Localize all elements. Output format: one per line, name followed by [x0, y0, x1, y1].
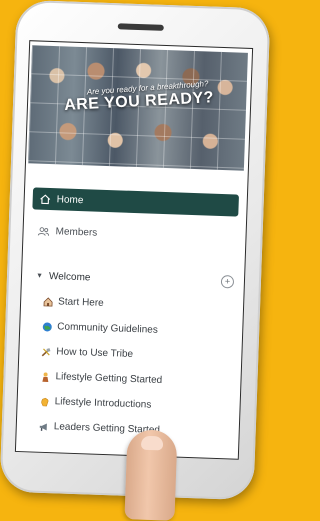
megaphone-emoji-icon [39, 421, 49, 431]
section-title: Welcome [48, 270, 91, 283]
channel-label: How to Use Tribe [56, 346, 134, 360]
primary-nav: Home Members [31, 187, 239, 248]
hero-banner-image: Are you ready for a breakthrough? ARE YO… [27, 45, 248, 171]
channel-label: Lifestyle Getting Started [55, 371, 163, 387]
channel-item-lifestyle-introductions[interactable]: Lifestyle Introductions [39, 394, 229, 416]
globe-emoji-icon [42, 321, 52, 331]
channel-list: Start Here Community Guidelines How to U… [38, 294, 233, 451]
phone-frame: Are you ready for a breakthrough? ARE YO… [0, 0, 271, 501]
nav-item-label: Home [56, 193, 84, 206]
phone-speaker [117, 23, 164, 31]
wave-hand-emoji-icon [39, 396, 49, 406]
channel-item-lifestyle-getting-started[interactable]: Lifestyle Getting Started [40, 369, 230, 391]
person-emoji-icon [40, 371, 50, 382]
channel-label: Start Here [57, 296, 104, 309]
channel-label: Lifestyle Introductions [54, 396, 152, 411]
house-emoji-icon [43, 296, 53, 307]
chevron-down-icon: ▼ [35, 272, 44, 280]
channel-item-community-guidelines[interactable]: Community Guidelines [42, 319, 232, 341]
nav-item-members[interactable]: Members [31, 219, 238, 248]
fingernail [140, 435, 164, 451]
nav-item-home[interactable]: Home [32, 187, 239, 217]
hand-finger-image [124, 429, 178, 521]
channel-item-start-here[interactable]: Start Here [43, 294, 233, 316]
home-icon [39, 193, 51, 205]
add-channel-icon[interactable]: + [220, 275, 235, 289]
app-screen: Are you ready for a breakthrough? ARE YO… [14, 40, 254, 460]
tools-emoji-icon [41, 346, 51, 356]
nav-item-label: Members [55, 225, 98, 239]
section-header-welcome[interactable]: ▼ Welcome + [36, 268, 236, 291]
channel-item-how-to-use-tribe[interactable]: How to Use Tribe [41, 344, 231, 366]
members-icon [37, 225, 50, 237]
channel-label: Community Guidelines [57, 321, 159, 336]
